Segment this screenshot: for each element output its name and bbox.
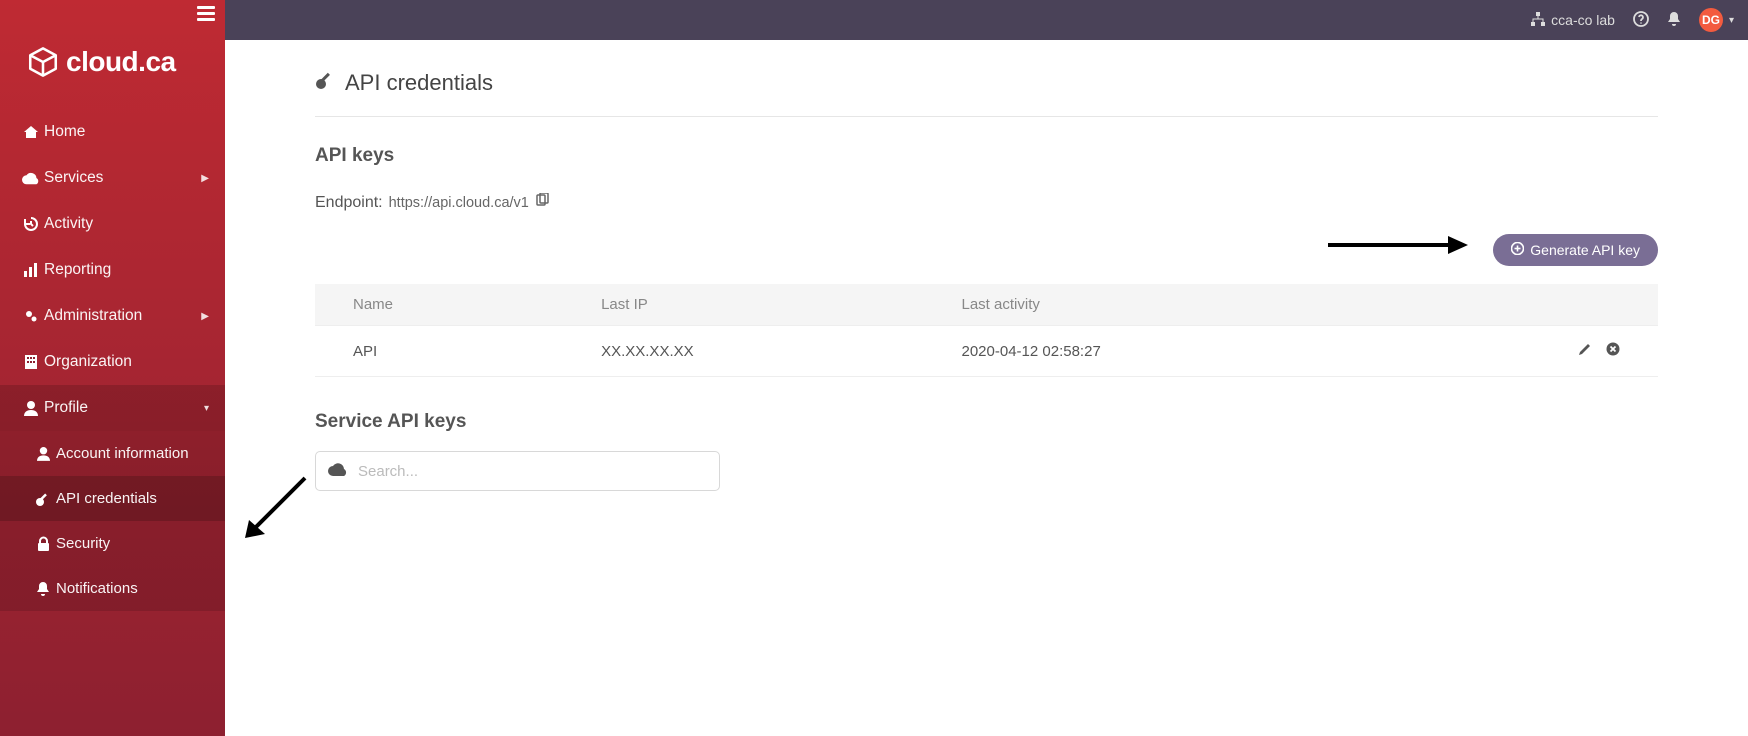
chevron-right-icon: ▶ [201, 173, 209, 184]
sidebar-item-label: Organization [44, 353, 132, 371]
endpoint-row: Endpoint: https://api.cloud.ca/v1 [315, 193, 1658, 212]
user-icon [18, 400, 44, 416]
service-api-keys-heading: Service API keys [315, 411, 1658, 433]
sidebar-item-account-information[interactable]: Account information [0, 431, 225, 476]
sidebar-nav: Home Services ▶ Activity Reporting Admin… [0, 109, 225, 611]
sidebar-item-security[interactable]: Security [0, 521, 225, 566]
generate-api-key-button[interactable]: Generate API key [1493, 234, 1658, 266]
sidebar-item-api-credentials[interactable]: API credentials [0, 476, 225, 521]
sidebar-item-profile[interactable]: Profile ▾ [0, 385, 225, 431]
page-title: API credentials [315, 70, 1658, 117]
org-switcher[interactable]: cca-co lab [1531, 12, 1615, 29]
user-menu[interactable]: DG ▾ [1699, 8, 1734, 32]
sidebar-item-label: Services [44, 169, 103, 187]
hamburger-icon[interactable] [197, 6, 215, 27]
avatar: DG [1699, 8, 1723, 32]
api-keys-heading: API keys [315, 145, 1658, 167]
sidebar-item-reporting[interactable]: Reporting [0, 247, 225, 293]
api-keys-table: Name Last IP Last activity API XX.XX.XX.… [315, 284, 1658, 377]
sidebar-item-label: Activity [44, 215, 93, 233]
cell-name: API [315, 326, 563, 377]
annotation-arrow [235, 468, 315, 548]
sidebar-item-label: Administration [44, 307, 142, 325]
chevron-down-icon: ▾ [204, 403, 209, 414]
sidebar-item-label: Reporting [44, 261, 111, 279]
chevron-right-icon: ▶ [201, 311, 209, 322]
generate-button-label: Generate API key [1530, 242, 1640, 258]
col-last-activity: Last activity [924, 284, 1384, 326]
edit-icon[interactable] [1578, 343, 1592, 360]
sidebar-item-label: Profile [44, 399, 88, 417]
sidebar-item-activity[interactable]: Activity [0, 201, 225, 247]
cloud-icon [328, 462, 348, 481]
sidebar-item-services[interactable]: Services ▶ [0, 155, 225, 201]
caret-down-icon: ▾ [1729, 15, 1734, 26]
topbar: cca-co lab DG ▾ [225, 0, 1748, 40]
table-row: API XX.XX.XX.XX 2020-04-12 02:58:27 [315, 326, 1658, 377]
copy-icon[interactable] [535, 193, 549, 212]
bell-icon[interactable] [1667, 11, 1681, 30]
bar-chart-icon [18, 262, 44, 278]
org-label: cca-co lab [1551, 12, 1615, 28]
brand-logo[interactable]: cloud.ca [0, 0, 225, 109]
brand-name: cloud.ca [66, 46, 176, 78]
sidebar-item-label: Security [56, 535, 110, 552]
gears-icon [18, 308, 44, 324]
endpoint-label: Endpoint: [315, 194, 383, 212]
lock-icon [30, 536, 56, 552]
home-icon [18, 124, 44, 140]
user-icon [30, 446, 56, 461]
delete-icon[interactable] [1606, 343, 1620, 360]
sidebar-item-label: Notifications [56, 580, 138, 597]
cell-last-activity: 2020-04-12 02:58:27 [924, 326, 1384, 377]
sidebar-item-organization[interactable]: Organization [0, 339, 225, 385]
sidebar-item-administration[interactable]: Administration ▶ [0, 293, 225, 339]
sidebar: cloud.ca Home Services ▶ Activity Report… [0, 0, 225, 736]
annotation-arrow [1328, 230, 1468, 260]
cloud-icon [18, 171, 44, 185]
col-last-ip: Last IP [563, 284, 923, 326]
history-icon [18, 216, 44, 232]
key-icon [30, 491, 56, 507]
sidebar-item-home[interactable]: Home [0, 109, 225, 155]
sidebar-item-label: Home [44, 123, 85, 141]
bell-icon [30, 581, 56, 597]
sidebar-item-label: API credentials [56, 490, 157, 507]
plus-circle-icon [1511, 242, 1524, 258]
help-icon[interactable] [1633, 11, 1649, 30]
content: API credentials API keys Endpoint: https… [225, 40, 1748, 521]
sitemap-icon [1531, 12, 1545, 29]
col-name: Name [315, 284, 563, 326]
service-search[interactable] [315, 451, 720, 491]
cell-last-ip: XX.XX.XX.XX [563, 326, 923, 377]
building-icon [18, 354, 44, 370]
key-icon [315, 70, 335, 96]
endpoint-url: https://api.cloud.ca/v1 [389, 195, 529, 211]
sidebar-item-notifications[interactable]: Notifications [0, 566, 225, 611]
sidebar-item-label: Account information [56, 445, 189, 462]
search-input[interactable] [358, 463, 707, 480]
